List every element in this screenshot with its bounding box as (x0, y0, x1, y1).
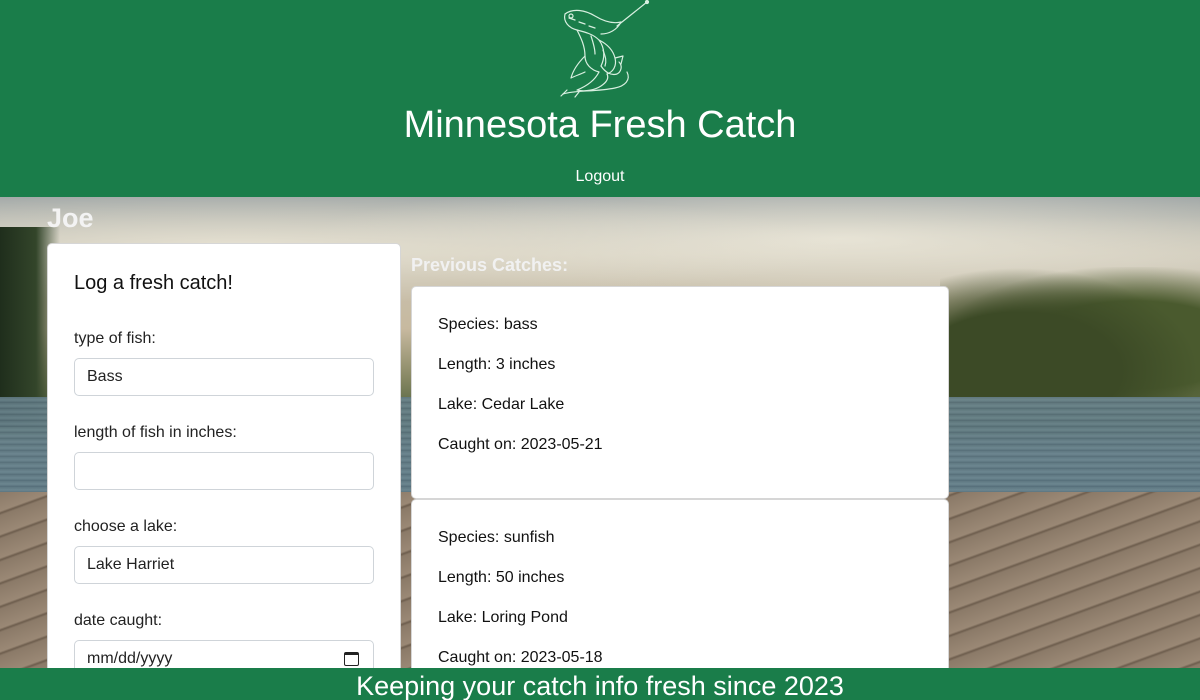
catch-species: Species: bass (438, 316, 538, 333)
catch-length: Length: 3 inches (438, 356, 556, 373)
fish-type-label: type of fish: (74, 330, 156, 347)
fish-type-input[interactable]: Bass (74, 358, 374, 396)
fish-logo-icon (560, 0, 650, 98)
calendar-icon[interactable] (344, 652, 359, 666)
date-input-value: mm/dd/yyyy (87, 650, 173, 667)
catch-species: Species: sunfish (438, 529, 555, 546)
catch-lake: Lake: Loring Pond (438, 609, 568, 626)
trees-right (940, 267, 1200, 397)
log-catch-form: Log a fresh catch! type of fish: Bass le… (47, 243, 401, 683)
site-footer: Keeping your catch info fresh since 2023 (0, 668, 1200, 700)
form-title: Log a fresh catch! (74, 272, 233, 294)
user-name: Joe (47, 203, 94, 233)
site-title: Minnesota Fresh Catch (403, 104, 797, 146)
logout-link[interactable]: Logout (0, 168, 1200, 186)
catch-card: Species: bass Length: 3 inches Lake: Ced… (411, 286, 949, 499)
catch-date: Caught on: 2023-05-18 (438, 649, 603, 666)
catch-card: Species: sunfish Length: 50 inches Lake:… (411, 499, 949, 689)
catch-length: Length: 50 inches (438, 569, 565, 586)
previous-catches-heading: Previous Catches: (411, 255, 569, 275)
lake-select[interactable]: Lake Harriet (74, 546, 374, 584)
date-label: date caught: (74, 612, 163, 629)
catch-lake: Lake: Cedar Lake (438, 396, 565, 413)
fish-length-label: length of fish in inches: (74, 424, 237, 441)
fish-length-input[interactable] (74, 452, 374, 490)
lake-label: choose a lake: (74, 518, 178, 535)
site-header: Minnesota Fresh Catch Logout (0, 0, 1200, 197)
catch-date: Caught on: 2023-05-21 (438, 436, 603, 453)
